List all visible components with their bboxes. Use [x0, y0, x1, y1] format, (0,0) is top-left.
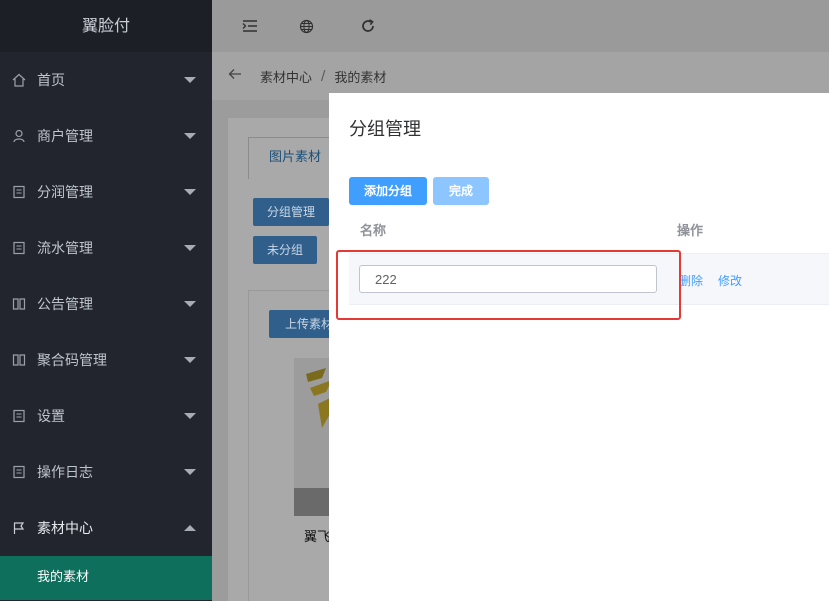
top-toolbar [212, 0, 829, 52]
sidebar-subitem-my-material[interactable]: 我的素材 [0, 556, 212, 600]
sidebar: 翼脸付 首页 商户管理 分润管理 流水管理 公告管理 聚合码管理 设置 操作日志… [0, 0, 212, 601]
sidebar-item-label: 聚合码管理 [37, 353, 107, 369]
ungrouped-button[interactable]: 未分组 [253, 236, 318, 264]
chevron-down-icon [184, 77, 196, 83]
sidebar-item-profit[interactable]: 分润管理 [0, 164, 212, 220]
sidebar-item-settings[interactable]: 设置 [0, 388, 212, 444]
sidebar-item-label: 素材中心 [37, 521, 93, 537]
breadcrumb-parent[interactable]: 素材中心 [260, 67, 312, 86]
chevron-up-icon [184, 525, 196, 531]
document-icon [12, 185, 26, 199]
sidebar-item-oplog[interactable]: 操作日志 [0, 444, 212, 500]
sidebar-item-merchant[interactable]: 商户管理 [0, 108, 212, 164]
add-group-button[interactable]: 添加分组 [349, 177, 428, 205]
chevron-down-icon [184, 469, 196, 475]
sidebar-menu: 首页 商户管理 分润管理 流水管理 公告管理 聚合码管理 设置 操作日志 素材中… [0, 52, 212, 600]
column-header-name: 名称 [360, 224, 387, 239]
sidebar-item-label: 首页 [37, 73, 65, 89]
arrow-left-icon[interactable] [228, 68, 242, 84]
table-row: 删除 修改 [349, 253, 829, 305]
chevron-down-icon [184, 413, 196, 419]
sidebar-item-home[interactable]: 首页 [0, 52, 212, 108]
chevron-down-icon [184, 133, 196, 139]
group-manage-button[interactable]: 分组管理 [253, 198, 330, 226]
tab-image-material[interactable]: 图片素材 [248, 137, 338, 179]
group-manage-dialog: 分组管理 添加分组 完成 名称 操作 删除 修改 [329, 93, 829, 601]
sidebar-item-flow[interactable]: 流水管理 [0, 220, 212, 276]
sidebar-item-label: 设置 [37, 409, 65, 425]
refresh-icon[interactable] [358, 16, 378, 36]
flag-icon [12, 521, 26, 535]
thumbnail-caption: 翼飞 [304, 530, 331, 545]
sidebar-item-qrcode[interactable]: 聚合码管理 [0, 332, 212, 388]
app-logo: 翼脸付 [0, 0, 212, 52]
sidebar-item-notice[interactable]: 公告管理 [0, 276, 212, 332]
chevron-down-icon [184, 189, 196, 195]
globe-icon[interactable] [296, 16, 316, 36]
delete-link[interactable]: 删除 [679, 272, 703, 289]
breadcrumb-separator: / [321, 68, 326, 84]
document-icon [12, 409, 26, 423]
chevron-down-icon [184, 357, 196, 363]
menu-fold-icon[interactable] [240, 16, 260, 36]
dialog-title: 分组管理 [349, 119, 421, 140]
sidebar-item-label: 流水管理 [37, 241, 93, 257]
chevron-down-icon [184, 301, 196, 307]
sidebar-item-label: 分润管理 [37, 185, 93, 201]
column-header-operation: 操作 [677, 224, 704, 239]
sidebar-item-label: 公告管理 [37, 297, 93, 313]
group-name-input[interactable] [359, 265, 657, 293]
home-icon [12, 73, 26, 87]
notice-icon [12, 297, 26, 311]
app-root: 翼脸付 首页 商户管理 分润管理 流水管理 公告管理 聚合码管理 设置 操作日志… [0, 0, 829, 601]
sidebar-item-label: 商户管理 [37, 129, 93, 145]
done-button[interactable]: 完成 [433, 177, 490, 205]
thumbnail-overlay-bar [294, 488, 332, 516]
sidebar-item-material-center[interactable]: 素材中心 [0, 500, 212, 556]
edit-link[interactable]: 修改 [718, 272, 742, 289]
chevron-down-icon [184, 245, 196, 251]
user-icon [12, 129, 26, 143]
document-icon [12, 465, 26, 479]
breadcrumb-current: 我的素材 [334, 70, 387, 86]
notice-icon [12, 353, 26, 367]
sidebar-item-label: 操作日志 [37, 465, 93, 481]
document-icon [12, 241, 26, 255]
